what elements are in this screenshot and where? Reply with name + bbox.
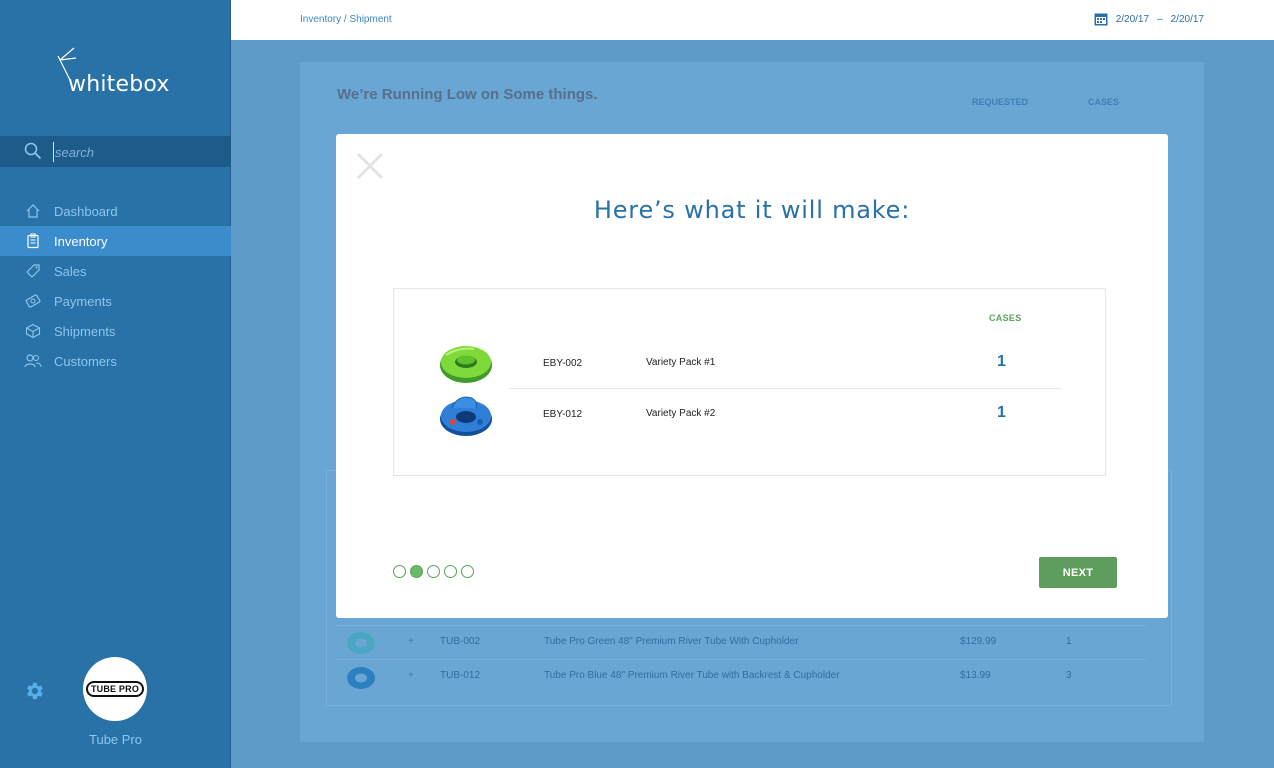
step-dot-5[interactable] (461, 565, 474, 578)
step-indicator (393, 565, 474, 578)
row-name: Tube Pro Green 48" Premium River Tube Wi… (544, 636, 799, 647)
item-cases: 1 (997, 404, 1006, 421)
date-to: 2/20/17 (1170, 13, 1204, 25)
search-bar (0, 136, 231, 167)
date-from: 2/20/17 (1115, 13, 1150, 25)
page-heading: We’re Running Low on Some things. (337, 86, 598, 103)
sidebar-item-label: Customers (54, 353, 117, 369)
row-qty: 3 (1066, 670, 1072, 681)
green-tube-image (440, 346, 492, 383)
box-icon (24, 322, 42, 340)
gear-icon[interactable] (23, 680, 45, 702)
payments-icon (24, 292, 42, 310)
clipboard-icon (24, 232, 42, 250)
table-row: EBY-002 Variety Pack #1 1 (394, 339, 1107, 389)
step-dot-3[interactable] (427, 565, 440, 578)
users-icon (24, 352, 42, 370)
add-icon[interactable]: + (408, 636, 414, 647)
item-name: Variety Pack #2 (646, 408, 716, 419)
add-icon[interactable]: + (408, 670, 414, 681)
calendar-icon (1094, 13, 1108, 26)
modal-title: Here’s what it will make: (593, 196, 911, 224)
item-sku: EBY-002 (543, 358, 583, 369)
requested-column-header: REQUESTED (972, 97, 1029, 107)
bundle-preview-modal: Here’s what it will make: CASES EBY-002 … (336, 134, 1168, 618)
row-price: $129.99 (960, 636, 997, 647)
result-items-table: CASES EBY-002 Variety Pack #1 1 EBY-012 … (393, 288, 1106, 476)
table-row[interactable]: + TUB-012 Tube Pro Blue 48" Premium Rive… (336, 659, 1146, 693)
item-sku: EBY-012 (543, 409, 583, 420)
table-row: EBY-012 Variety Pack #2 1 (394, 390, 1107, 440)
sidebar-item-inventory[interactable]: Inventory (0, 226, 231, 256)
row-sku: TUB-002 (440, 636, 481, 647)
sidebar: whitebox Dashboard Inventory Sales (0, 0, 231, 768)
cases-column-header: CASES (989, 313, 1022, 323)
row-price: $13.99 (960, 670, 991, 681)
next-button[interactable]: NEXT (1039, 557, 1117, 588)
close-icon[interactable] (354, 150, 386, 182)
blue-tube-thumbnail (347, 667, 375, 689)
home-icon (24, 202, 42, 220)
search-icon[interactable] (24, 142, 42, 160)
account-name: Tube Pro (89, 732, 142, 747)
row-name: Tube Pro Blue 48" Premium River Tube wit… (544, 670, 840, 681)
row-sku: TUB-012 (440, 670, 481, 681)
sidebar-item-label: Shipments (54, 323, 116, 339)
sidebar-nav: Dashboard Inventory Sales Payments Shipm… (0, 196, 231, 376)
logo-text: whitebox (68, 72, 170, 97)
cases-column-header: CASES (1088, 97, 1120, 107)
blue-tube-image (440, 396, 492, 436)
item-name: Variety Pack #1 (646, 357, 716, 368)
green-tube-thumbnail (347, 632, 375, 654)
sidebar-item-sales[interactable]: Sales (0, 256, 231, 286)
row-divider (509, 388, 1061, 389)
tag-icon (24, 262, 42, 280)
whitebox-logo[interactable]: whitebox (56, 44, 186, 100)
sidebar-item-label: Inventory (54, 233, 108, 249)
table-row[interactable]: + TUB-002 Tube Pro Green 48" Premium Riv… (336, 625, 1146, 659)
date-separator: – (1157, 13, 1163, 25)
search-input[interactable] (53, 142, 213, 162)
step-dot-1[interactable] (393, 565, 406, 578)
tube-pro-logo: TUBE PRO (85, 681, 145, 697)
sidebar-item-dashboard[interactable]: Dashboard (0, 196, 231, 226)
sidebar-item-label: Dashboard (54, 203, 118, 219)
sidebar-item-customers[interactable]: Customers (0, 346, 231, 376)
topbar: Inventory / Shipment 2/20/17 – 2/20/17 (231, 0, 1274, 40)
sidebar-item-payments[interactable]: Payments (0, 286, 231, 316)
sidebar-item-label: Sales (54, 263, 87, 279)
step-dot-4[interactable] (444, 565, 457, 578)
date-range[interactable]: 2/20/17 – 2/20/17 (1094, 12, 1204, 26)
sidebar-item-shipments[interactable]: Shipments (0, 316, 231, 346)
sidebar-item-label: Payments (54, 293, 112, 309)
breadcrumb[interactable]: Inventory / Shipment (300, 14, 392, 25)
row-qty: 1 (1066, 636, 1072, 647)
item-cases: 1 (997, 353, 1006, 370)
step-dot-2[interactable] (410, 565, 423, 578)
avatar[interactable]: TUBE PRO (83, 657, 147, 721)
